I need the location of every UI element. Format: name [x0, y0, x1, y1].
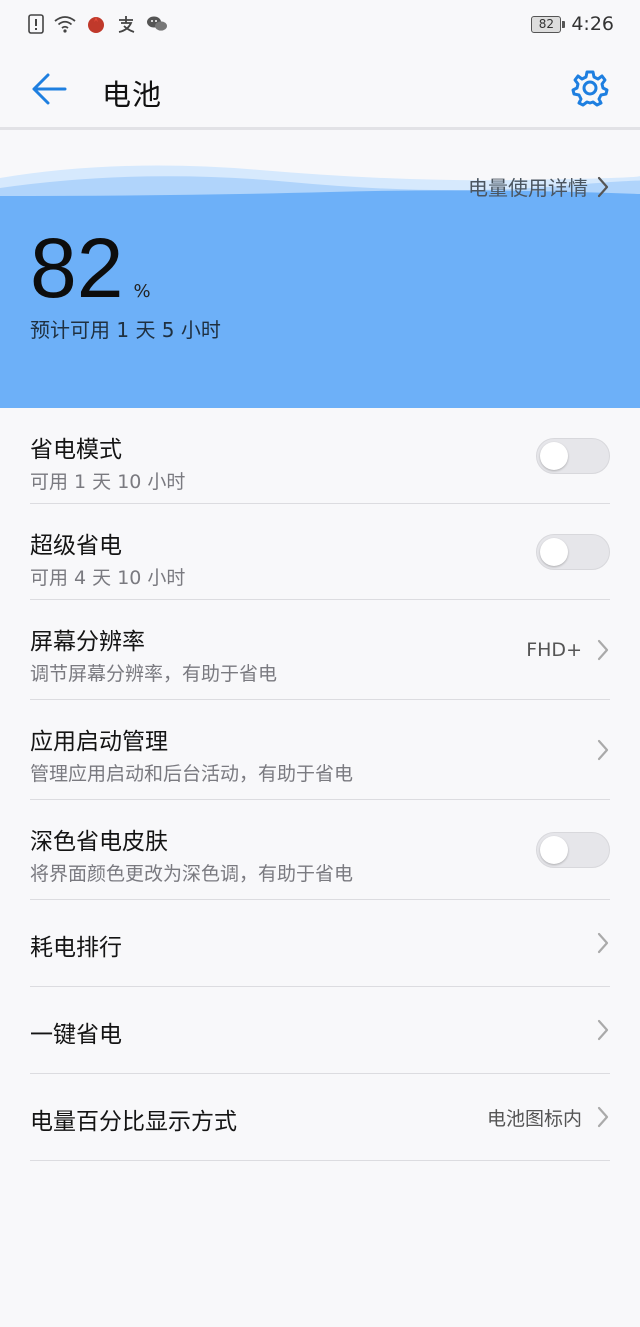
- battery-percent-value: 82: [30, 221, 124, 315]
- row-app-launch-management[interactable]: 应用启动管理 管理应用启动和后台活动，有助于省电: [30, 700, 610, 800]
- row-power-consumption-ranking[interactable]: 耗电排行: [30, 900, 610, 987]
- settings-list: 省电模式 可用 1 天 10 小时 超级省电 可用 4 天 10 小时 屏幕分辨…: [0, 408, 640, 1161]
- row-ultra-power-saving[interactable]: 超级省电 可用 4 天 10 小时: [30, 504, 610, 600]
- row-title: 超级省电: [30, 533, 122, 559]
- row-title: 电量百分比显示方式: [30, 1109, 237, 1135]
- row-screen-resolution[interactable]: 屏幕分辨率 调节屏幕分辨率，有助于省电 FHD+: [30, 600, 610, 700]
- row-title: 耗电排行: [30, 935, 122, 961]
- battery-percent: 82 %: [30, 226, 151, 310]
- power-saving-toggle[interactable]: [536, 437, 610, 474]
- row-title: 屏幕分辨率: [30, 629, 145, 655]
- wifi-icon: [54, 15, 76, 33]
- toggle-knob: [540, 537, 568, 566]
- chevron-right-icon: [596, 1018, 610, 1042]
- wechat-icon: [146, 15, 168, 33]
- ultra-power-saving-toggle[interactable]: [536, 533, 610, 570]
- status-icons-right: 82 4:26: [531, 13, 614, 35]
- row-subtitle: 可用 1 天 10 小时: [30, 471, 186, 493]
- row-power-saving-mode[interactable]: 省电模式 可用 1 天 10 小时: [30, 408, 610, 504]
- page-title: 电池: [102, 78, 163, 112]
- battery-hero: 电量使用详情 82 % 预计可用 1 天 5 小时: [0, 140, 640, 408]
- status-bar: 82 4:26: [0, 0, 640, 48]
- status-time: 4:26: [571, 13, 614, 35]
- percentage-display-value: 电池图标内: [486, 1107, 582, 1130]
- row-one-tap-optimize[interactable]: 一键省电: [30, 987, 610, 1074]
- row-subtitle: 管理应用启动和后台活动，有助于省电: [30, 763, 354, 785]
- row-title: 一键省电: [30, 1022, 122, 1048]
- arrow-left-icon: [31, 73, 67, 109]
- usage-details-link[interactable]: 电量使用详情: [468, 172, 610, 201]
- app-bar: 电池: [0, 48, 640, 130]
- row-subtitle: 调节屏幕分辨率，有助于省电: [30, 663, 278, 685]
- usage-details-label: 电量使用详情: [468, 176, 588, 200]
- chevron-right-icon: [596, 175, 610, 199]
- alipay-icon: [116, 14, 136, 34]
- row-subtitle: 将界面颜色更改为深色调，有助于省电: [30, 863, 354, 885]
- row-title: 应用启动管理: [30, 729, 168, 755]
- toggle-knob: [540, 835, 568, 864]
- row-dark-theme[interactable]: 深色省电皮肤 将界面颜色更改为深色调，有助于省电: [30, 800, 610, 900]
- chevron-right-icon: [596, 738, 610, 762]
- huawei-app-icon: [86, 14, 106, 34]
- chevron-right-icon: [596, 1105, 610, 1129]
- chevron-right-icon: [596, 931, 610, 955]
- dark-theme-toggle[interactable]: [536, 831, 610, 868]
- resolution-value: FHD+: [526, 638, 582, 661]
- toggle-knob: [540, 441, 568, 470]
- row-title: 深色省电皮肤: [30, 829, 168, 855]
- chevron-right-icon: [596, 638, 610, 662]
- battery-status-icon: 82: [531, 15, 566, 33]
- status-icons-left: [28, 14, 168, 34]
- battery-estimate: 预计可用 1 天 5 小时: [30, 318, 221, 342]
- row-title: 省电模式: [30, 437, 122, 463]
- settings-button[interactable]: [568, 68, 612, 112]
- back-button[interactable]: [28, 70, 70, 112]
- row-subtitle: 可用 4 天 10 小时: [30, 567, 186, 589]
- battery-percent-unit: %: [133, 281, 151, 302]
- gear-icon: [571, 69, 609, 111]
- row-battery-percentage-display[interactable]: 电量百分比显示方式 电池图标内: [30, 1074, 610, 1161]
- alert-icon: [28, 14, 44, 34]
